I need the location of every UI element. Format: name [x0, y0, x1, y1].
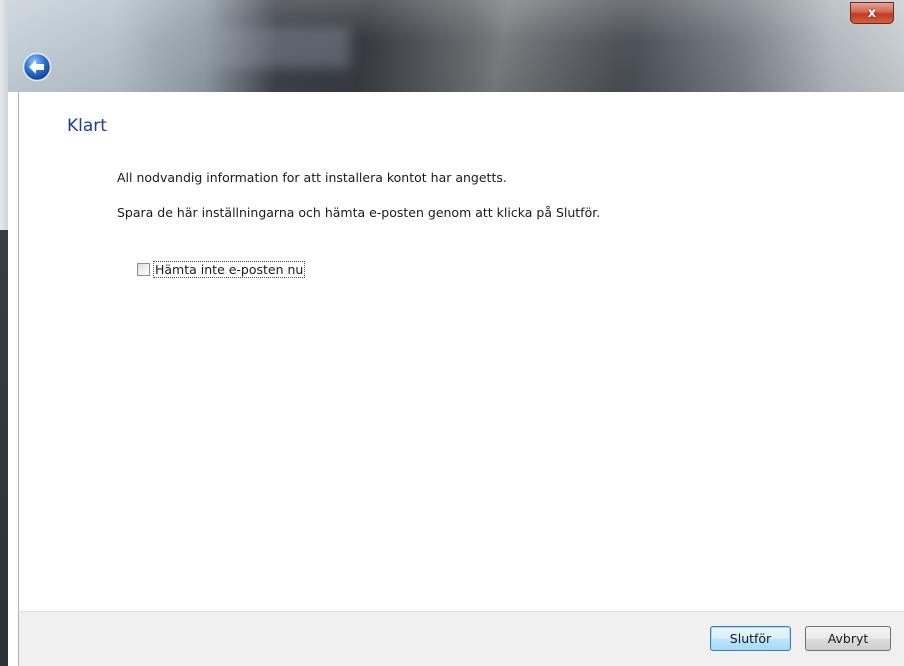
wizard-content: Klart All nodvandig information for att …: [18, 92, 904, 611]
back-button[interactable]: [22, 52, 52, 82]
wizard-footer: Slutför Avbryt: [18, 611, 904, 666]
background-window-edge-top: [0, 0, 8, 230]
dont-fetch-mail-label[interactable]: Hämta inte e-posten nu: [153, 261, 306, 278]
info-text: All nodvandig information for att instal…: [117, 170, 507, 185]
close-button[interactable]: x: [850, 2, 894, 24]
wizard-window: x Klart All nodvandig information for at…: [0, 0, 904, 666]
cancel-button[interactable]: Avbryt: [805, 626, 891, 651]
dont-fetch-mail-checkbox[interactable]: [137, 263, 150, 276]
back-arrow-icon: [22, 52, 52, 82]
instruction-text: Spara de här inställningarna och hämta e…: [117, 205, 601, 220]
title-bar-shade: [8, 0, 904, 92]
page-title: Klart: [67, 116, 107, 136]
finish-button[interactable]: Slutför: [710, 626, 791, 651]
close-icon: x: [867, 5, 877, 21]
dont-fetch-mail-option[interactable]: Hämta inte e-posten nu: [137, 261, 306, 278]
